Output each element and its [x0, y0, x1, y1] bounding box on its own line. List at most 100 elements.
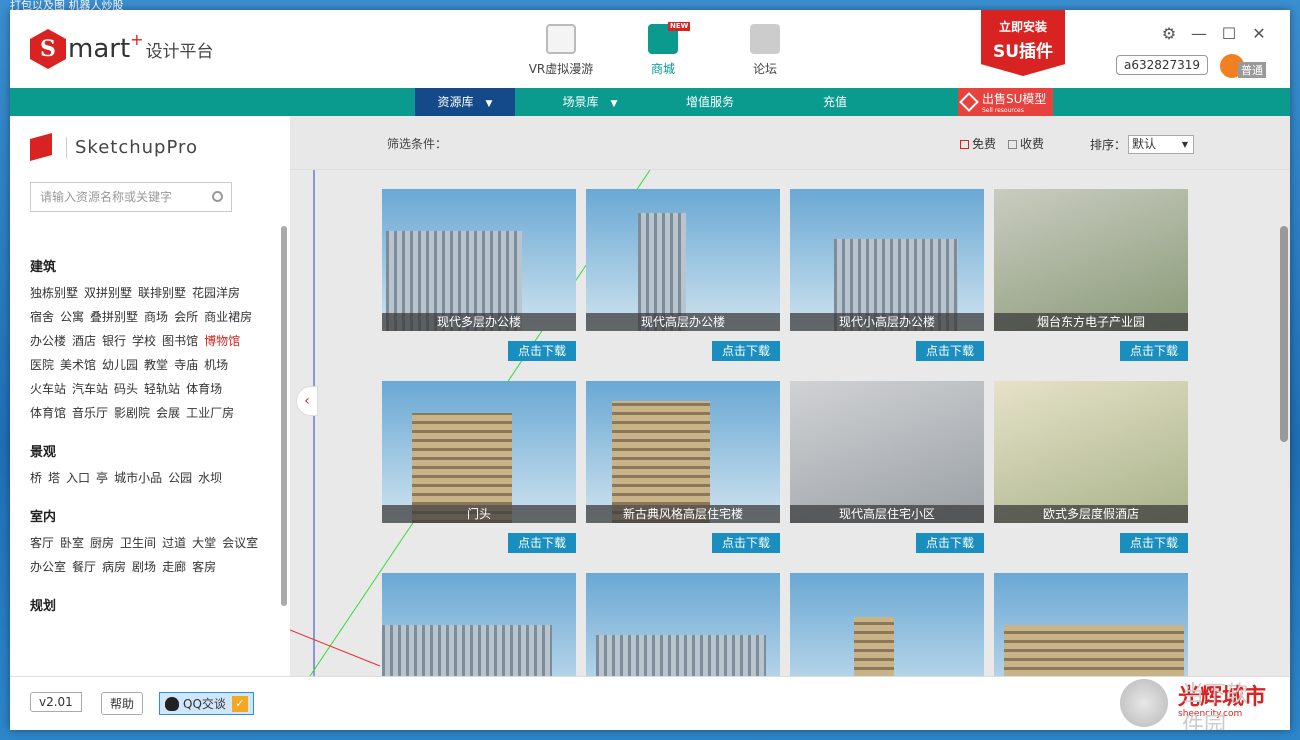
model-thumbnail[interactable]: 门头	[382, 381, 576, 523]
category-tag[interactable]: 城市小品	[114, 466, 162, 490]
category-tag[interactable]: 入口	[66, 466, 90, 490]
category-tag[interactable]: 火车站	[30, 377, 66, 401]
category-tag[interactable]: 过道	[162, 531, 186, 555]
paid-checkbox[interactable]: 收费	[1008, 135, 1044, 152]
help-button[interactable]: 帮助	[101, 692, 144, 715]
model-thumbnail[interactable]: 现代高层住宅小区	[790, 381, 984, 523]
model-card[interactable]	[790, 573, 984, 676]
install-su-plugin-button[interactable]: 立即安装 SU插件	[981, 10, 1065, 76]
category-tag[interactable]: 大堂	[192, 531, 216, 555]
category-tag[interactable]: 美术馆	[60, 353, 96, 377]
topnav-forum[interactable]: 论坛	[714, 22, 816, 77]
category-tag[interactable]: 办公楼	[30, 329, 66, 353]
minimize-icon[interactable]: —	[1190, 24, 1208, 43]
download-button[interactable]: 点击下载	[712, 533, 780, 553]
model-card[interactable]	[586, 573, 780, 676]
category-tag[interactable]: 码头	[114, 377, 138, 401]
category-tag[interactable]: 会所	[174, 305, 198, 329]
model-card[interactable]: 现代小高层办公楼 点击下载	[790, 189, 984, 371]
main-scrollbar[interactable]	[1280, 226, 1288, 442]
maximize-icon[interactable]: ☐	[1220, 24, 1238, 43]
model-card[interactable]: 欧式多层度假酒店点击下载	[994, 381, 1188, 563]
model-card[interactable]	[382, 573, 576, 676]
category-tag[interactable]: 亭	[96, 466, 108, 490]
category-tag[interactable]: 体育场	[186, 377, 222, 401]
model-thumbnail[interactable]: 现代多层办公楼	[382, 189, 576, 331]
collapse-sidebar-button[interactable]: ‹	[296, 386, 318, 416]
category-title[interactable]: 规划	[30, 595, 270, 614]
free-checkbox[interactable]: 免费	[960, 135, 996, 152]
search-icon[interactable]	[212, 191, 223, 202]
category-tag[interactable]: 会议室	[222, 531, 258, 555]
download-button[interactable]: 点击下载	[712, 341, 780, 361]
sell-su-model-button[interactable]: 出售SU模型 Sell resources	[958, 88, 1053, 116]
model-card[interactable]	[994, 573, 1188, 676]
topnav-shop[interactable]: NEW 商城	[612, 22, 714, 77]
download-button[interactable]: 点击下载	[508, 341, 576, 361]
topnav-vr[interactable]: VR虚拟漫游	[510, 22, 612, 77]
category-tag[interactable]: 商场	[144, 305, 168, 329]
category-tag[interactable]: 寺庙	[174, 353, 198, 377]
model-card[interactable]: 现代高层住宅小区点击下载	[790, 381, 984, 563]
app-logo[interactable]: S mart + 设计平台	[30, 26, 214, 72]
model-thumbnail[interactable]: 新古典风格高层住宅楼	[586, 381, 780, 523]
category-tag[interactable]: 双拼别墅	[84, 281, 132, 305]
category-tag[interactable]: 客厅	[30, 531, 54, 555]
nav-resource-library[interactable]: 资源库 ▼	[415, 88, 515, 116]
category-tag[interactable]: 卫生间	[120, 531, 156, 555]
category-tag[interactable]: 剧场	[132, 555, 156, 579]
category-tag[interactable]: 桥	[30, 466, 42, 490]
category-title[interactable]: 室内	[30, 506, 270, 525]
category-tag[interactable]: 酒店	[72, 329, 96, 353]
nav-scene-library[interactable]: 场景库 ▼	[540, 88, 640, 116]
model-thumbnail[interactable]: 欧式多层度假酒店	[994, 381, 1188, 523]
category-tag[interactable]: 厨房	[90, 531, 114, 555]
category-tag[interactable]: 卧室	[60, 531, 84, 555]
model-thumbnail[interactable]: 现代高层办公楼	[586, 189, 780, 331]
search-input[interactable]: 请输入资源名称或关键字	[30, 182, 232, 212]
category-tag[interactable]: 独栋别墅	[30, 281, 78, 305]
category-tag[interactable]: 银行	[102, 329, 126, 353]
category-tag[interactable]: 轻轨站	[144, 377, 180, 401]
sort-select[interactable]: 默认 ▼	[1128, 135, 1195, 154]
download-button[interactable]: 点击下载	[916, 533, 984, 553]
category-tag[interactable]: 联排别墅	[138, 281, 186, 305]
model-thumbnail[interactable]	[382, 573, 576, 676]
category-tag[interactable]: 办公室	[30, 555, 66, 579]
category-tag[interactable]: 水坝	[198, 466, 222, 490]
category-tag[interactable]: 餐厅	[72, 555, 96, 579]
category-tag[interactable]: 博物馆	[204, 329, 240, 353]
category-tag[interactable]: 影剧院	[114, 401, 150, 425]
category-tag[interactable]: 教堂	[144, 353, 168, 377]
category-tag[interactable]: 汽车站	[72, 377, 108, 401]
model-card[interactable]: 门头点击下载	[382, 381, 576, 563]
model-card[interactable]: 现代多层办公楼点击下载	[382, 189, 576, 371]
download-button[interactable]: 点击下载	[1120, 533, 1188, 553]
category-tag[interactable]: 叠拼别墅	[90, 305, 138, 329]
download-button[interactable]: 点击下载	[1120, 341, 1188, 361]
category-tag[interactable]: 商业裙房	[204, 305, 252, 329]
sidebar-scrollbar[interactable]	[281, 226, 287, 606]
model-thumbnail[interactable]: 现代小高层办公楼	[790, 189, 984, 331]
category-tag[interactable]: 音乐厅	[72, 401, 108, 425]
category-tag[interactable]: 幼儿园	[102, 353, 138, 377]
category-tag[interactable]: 塔	[48, 466, 60, 490]
category-title[interactable]: 建筑	[30, 256, 270, 275]
model-thumbnail[interactable]	[790, 573, 984, 676]
model-card[interactable]: 烟台东方电子产业园 点击下载	[994, 189, 1188, 371]
model-card[interactable]: 现代高层办公楼点击下载	[586, 189, 780, 371]
category-tag[interactable]: 花园洋房	[192, 281, 240, 305]
close-icon[interactable]: ✕	[1250, 24, 1268, 43]
nav-value-services[interactable]: 增值服务	[660, 88, 760, 116]
category-tag[interactable]: 图书馆	[162, 329, 198, 353]
category-title[interactable]: 景观	[30, 441, 270, 460]
model-thumbnail[interactable]	[994, 573, 1188, 676]
download-button[interactable]: 点击下载	[508, 533, 576, 553]
user-id[interactable]: a632827319	[1116, 55, 1209, 75]
category-tag[interactable]: 公园	[168, 466, 192, 490]
qq-chat-button[interactable]: QQ交谈 ✓	[159, 692, 254, 715]
category-tag[interactable]: 学校	[132, 329, 156, 353]
model-thumbnail[interactable]	[586, 573, 780, 676]
model-card[interactable]: 新古典风格高层住宅楼点击下载	[586, 381, 780, 563]
category-tag[interactable]: 客房	[192, 555, 216, 579]
